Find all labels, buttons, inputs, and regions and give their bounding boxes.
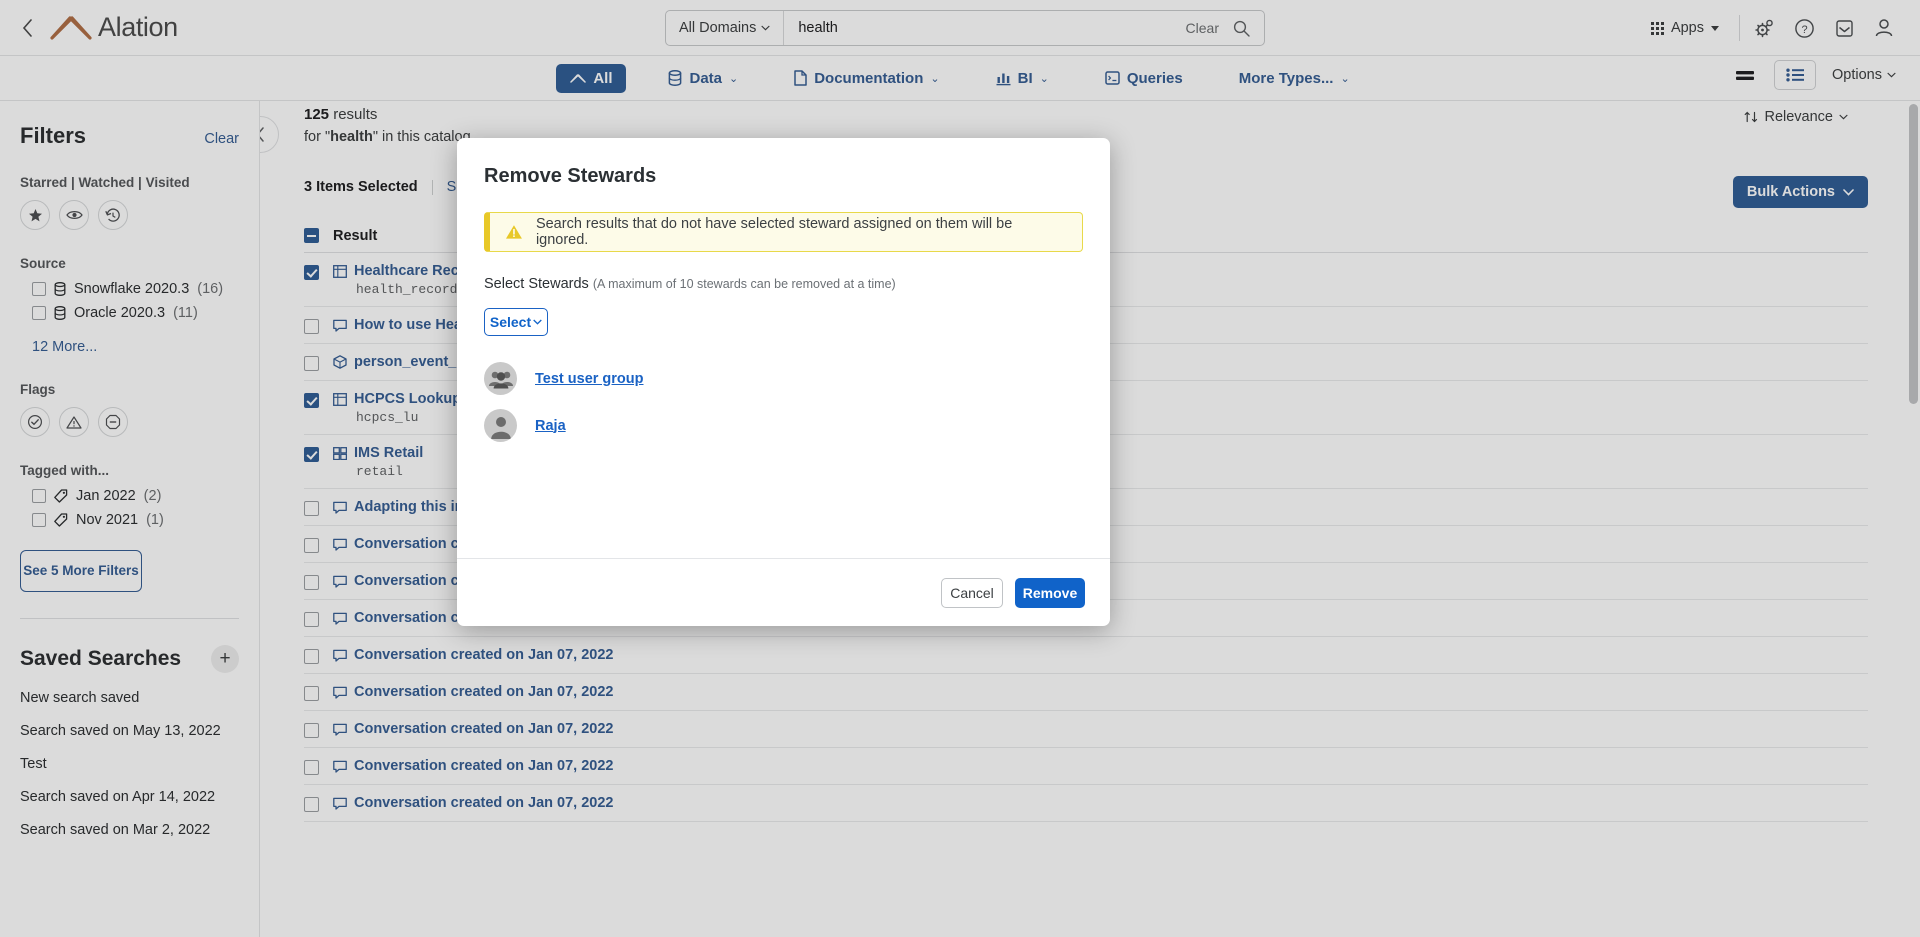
chevron-down-icon xyxy=(533,319,542,325)
steward-item[interactable]: Test user group xyxy=(484,362,1110,395)
steward-name[interactable]: Test user group xyxy=(535,371,644,387)
remove-button[interactable]: Remove xyxy=(1015,577,1085,608)
cancel-button[interactable]: Cancel xyxy=(941,577,1003,608)
steward-name[interactable]: Raja xyxy=(535,418,566,434)
dialog-title: Remove Stewards xyxy=(484,165,657,187)
remove-stewards-dialog: Remove Stewards Search results that do n… xyxy=(457,138,1110,626)
person-avatar-icon xyxy=(484,409,517,442)
dialog-footer: Cancel Remove xyxy=(457,558,1110,626)
warning-text: Search results that do not have selected… xyxy=(535,216,1013,248)
select-stewards-label: Select Stewards (A maximum of 10 steward… xyxy=(484,276,1110,292)
select-stewards-title: Select Stewards xyxy=(484,276,589,292)
select-stewards-hint: (A maximum of 10 stewards can be removed… xyxy=(592,277,896,291)
steward-item[interactable]: Raja xyxy=(484,409,1110,442)
warning-triangle-icon xyxy=(505,225,522,239)
select-stewards-dropdown[interactable]: Select xyxy=(484,308,548,336)
select-dropdown-label: Select xyxy=(489,314,532,330)
selected-stewards-list: Test user group Raja xyxy=(484,362,1110,442)
group-avatar-icon xyxy=(484,362,517,395)
warning-banner: Search results that do not have selected… xyxy=(484,212,1083,252)
